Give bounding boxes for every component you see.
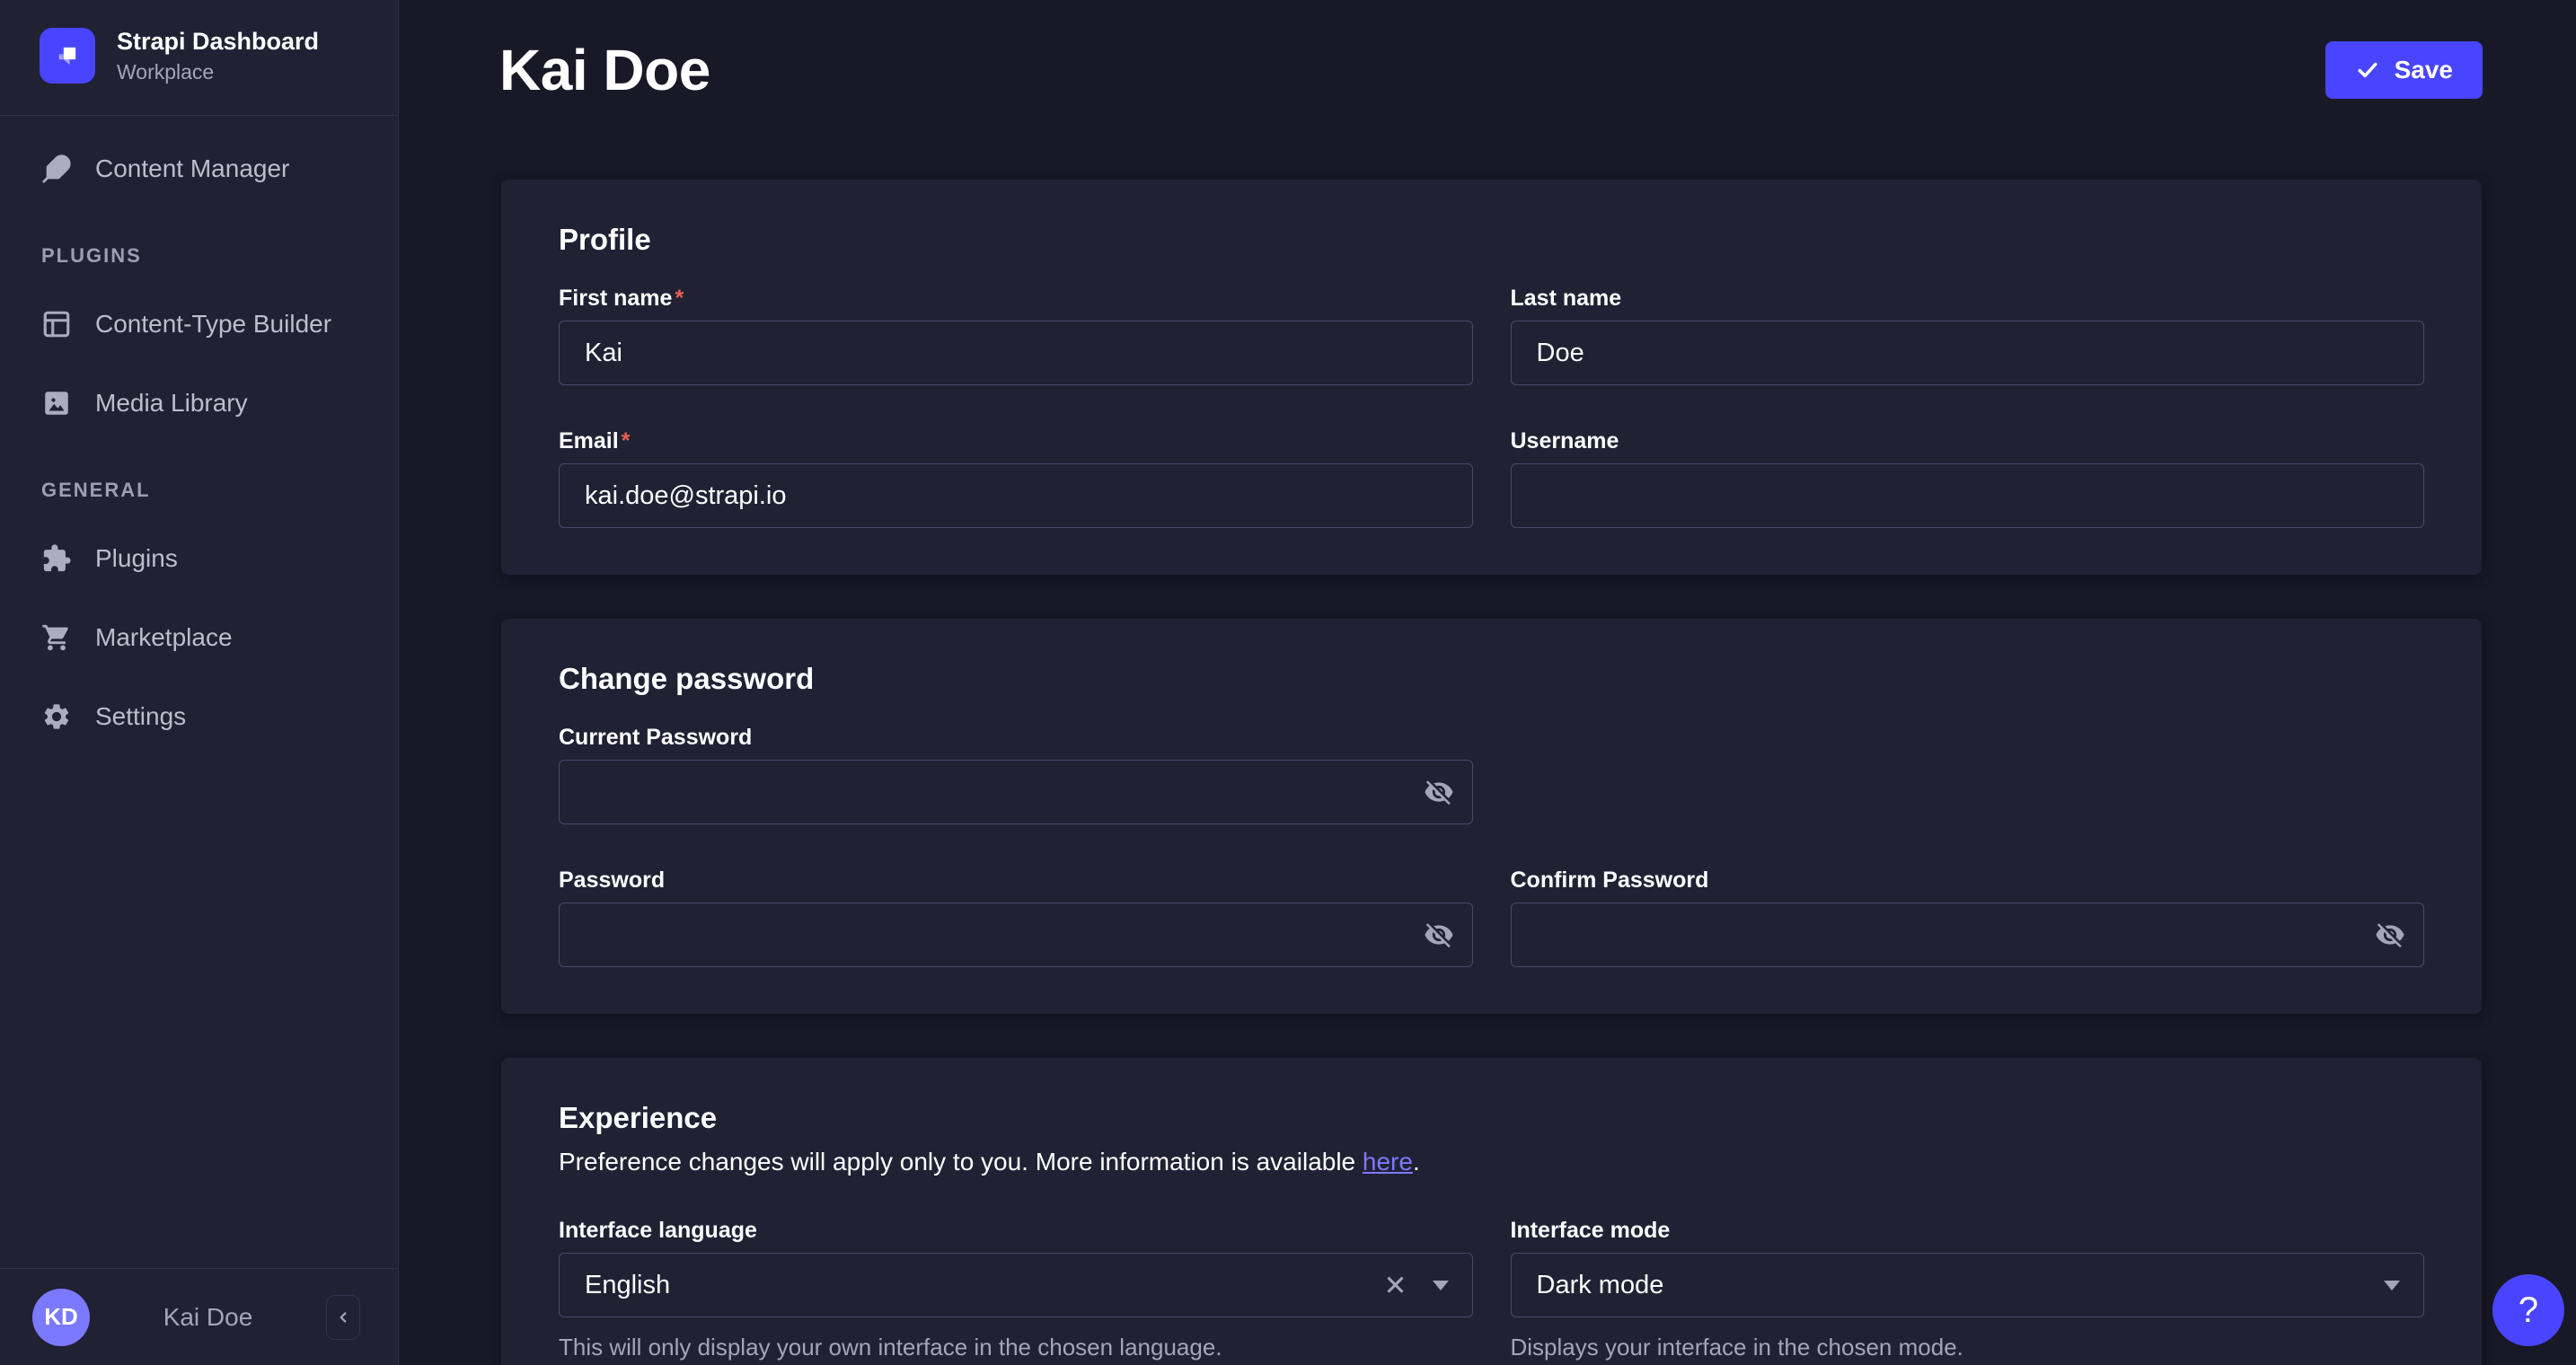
collapse-sidebar-button[interactable]: [326, 1295, 360, 1340]
eye-off-icon: [1424, 920, 1454, 950]
username-label: Username: [1511, 428, 2425, 454]
first-name-label: First name*: [559, 286, 1473, 312]
first-name-field: First name*: [559, 286, 1473, 385]
layout-icon: [41, 309, 72, 339]
media-library-icon: [41, 388, 72, 418]
username-input[interactable]: [1511, 463, 2425, 528]
confirm-password-field: Confirm Password: [1511, 867, 2425, 967]
experience-card: Experience Preference changes will apply…: [501, 1058, 2482, 1365]
interface-mode-hint: Displays your interface in the chosen mo…: [1511, 1334, 2425, 1361]
email-label: Email*: [559, 428, 1473, 454]
eye-off-icon: [2375, 920, 2405, 950]
brand-subtitle: Workplace: [117, 60, 319, 84]
sidebar-item-media-library[interactable]: Media Library: [0, 364, 398, 443]
more-information-link[interactable]: here: [1363, 1148, 1413, 1176]
last-name-input[interactable]: [1511, 321, 2425, 385]
required-asterisk: *: [622, 428, 631, 454]
sidebar-item-content-manager[interactable]: Content Manager: [0, 129, 398, 208]
current-password-input[interactable]: [559, 760, 1473, 824]
select-value: Dark mode: [1537, 1271, 2367, 1300]
toggle-current-password-visibility-button[interactable]: [1412, 765, 1466, 819]
required-asterisk: *: [675, 286, 684, 311]
content-manager-icon: [41, 154, 72, 184]
avatar-initials: KD: [44, 1303, 78, 1331]
username-field: Username: [1511, 428, 2425, 528]
user-name: Kai Doe: [90, 1303, 326, 1332]
nav-label: Marketplace: [95, 623, 233, 652]
new-password-label: Password: [559, 867, 1473, 894]
chevron-down-icon: [2384, 1281, 2400, 1290]
sidebar-item-marketplace[interactable]: Marketplace: [0, 598, 398, 677]
eye-off-icon: [1424, 777, 1454, 807]
interface-language-select[interactable]: English ✕: [559, 1253, 1473, 1317]
confirm-password-label: Confirm Password: [1511, 867, 2425, 894]
interface-mode-field: Interface mode Dark mode Displays your i…: [1511, 1218, 2425, 1361]
experience-title: Experience: [559, 1101, 2424, 1135]
interface-language-hint: This will only display your own interfac…: [559, 1334, 1473, 1361]
puzzle-icon: [41, 543, 72, 574]
sidebar-item-plugins[interactable]: Plugins: [0, 519, 398, 598]
email-input[interactable]: [559, 463, 1473, 528]
nav-label: Content Manager: [95, 154, 289, 183]
sidebar-item-settings[interactable]: Settings: [0, 677, 398, 756]
shopping-cart-icon: [41, 622, 72, 653]
gear-icon: [41, 701, 72, 732]
brand-text: Strapi Dashboard Workplace: [117, 27, 319, 84]
nav-label: Plugins: [95, 544, 178, 573]
current-password-label: Current Password: [559, 725, 1473, 751]
nav-label: Media Library: [95, 389, 248, 418]
content-area: Profile First name* Last name Email: [400, 140, 2576, 1365]
nav-label: Content-Type Builder: [95, 310, 331, 339]
sidebar-nav: Content Manager PLUGINS Content-Type Bui…: [0, 116, 398, 1268]
sidebar-item-content-type-builder[interactable]: Content-Type Builder: [0, 285, 398, 364]
sidebar-section-general: GENERAL: [0, 472, 398, 508]
confirm-password-input[interactable]: [1511, 903, 2425, 967]
interface-mode-select[interactable]: Dark mode: [1511, 1253, 2425, 1317]
avatar[interactable]: KD: [32, 1289, 90, 1346]
clear-language-button[interactable]: ✕: [1377, 1272, 1415, 1299]
toggle-new-password-visibility-button[interactable]: [1412, 908, 1466, 962]
chevron-left-icon: [333, 1308, 353, 1327]
toggle-confirm-password-visibility-button[interactable]: [2363, 908, 2417, 962]
current-password-field: Current Password: [559, 725, 1473, 824]
experience-description: Preference changes will apply only to yo…: [559, 1148, 2424, 1176]
chevron-down-icon: [1433, 1281, 1449, 1290]
nav-label: Settings: [95, 702, 186, 731]
page-header: Kai Doe Save: [400, 0, 2576, 140]
interface-mode-label: Interface mode: [1511, 1218, 2425, 1244]
check-icon: [2355, 57, 2380, 83]
change-password-title: Change password: [559, 662, 2424, 696]
interface-language-label: Interface language: [559, 1218, 1473, 1244]
last-name-field: Last name: [1511, 286, 2425, 385]
select-value: English: [585, 1271, 1377, 1300]
change-password-card: Change password Current Password: [501, 619, 2482, 1014]
new-password-input[interactable]: [559, 903, 1473, 967]
workspace-switcher[interactable]: Strapi Dashboard Workplace: [0, 0, 398, 116]
interface-language-field: Interface language English ✕ This will o…: [559, 1218, 1473, 1361]
profile-card-title: Profile: [559, 223, 2424, 257]
profile-card: Profile First name* Last name Email: [501, 180, 2482, 575]
save-button[interactable]: Save: [2325, 41, 2483, 99]
first-name-input[interactable]: [559, 321, 1473, 385]
brand-title: Strapi Dashboard: [117, 27, 319, 57]
email-field: Email*: [559, 428, 1473, 528]
main-content: Kai Doe Save Profile First name* La: [400, 0, 2576, 1365]
sidebar: Strapi Dashboard Workplace Content Manag…: [0, 0, 399, 1365]
sidebar-section-plugins: PLUGINS: [0, 238, 398, 274]
save-button-label: Save: [2395, 56, 2453, 84]
strapi-logo-icon: [40, 28, 95, 84]
sidebar-user-row: KD Kai Doe: [0, 1268, 398, 1365]
page-title: Kai Doe: [499, 37, 710, 103]
last-name-label: Last name: [1511, 286, 2425, 312]
help-button[interactable]: ?: [2492, 1274, 2564, 1346]
new-password-field: Password: [559, 867, 1473, 967]
